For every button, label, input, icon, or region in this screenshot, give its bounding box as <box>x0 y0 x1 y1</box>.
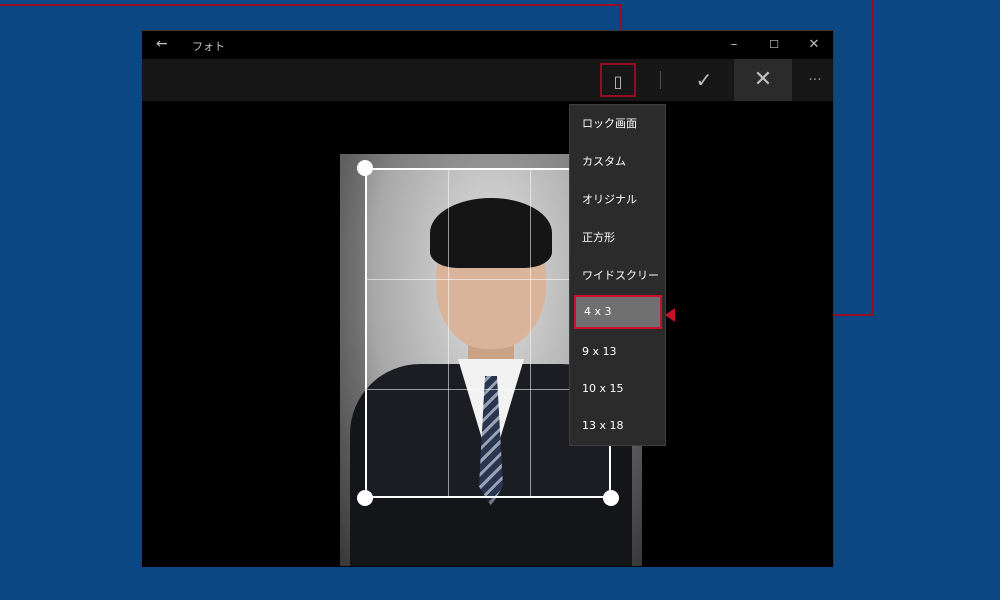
menu-item-custom[interactable]: カスタム <box>574 145 662 179</box>
menu-item-10x15[interactable]: 10 x 15 <box>574 372 662 406</box>
cancel-crop-button[interactable]: ✕ <box>734 59 792 101</box>
photos-window: ← フォト – ☐ ✕ ▯ ✓ ✕ ··· <box>141 30 834 567</box>
annotation-line-top <box>0 4 622 6</box>
toolbar-divider <box>660 71 661 89</box>
more-options-button[interactable]: ··· <box>797 59 833 101</box>
crop-handle-bottom-left[interactable] <box>357 490 373 506</box>
crop-grid-line <box>448 170 449 496</box>
aspect-ratio-icon: ▯ <box>613 72 623 91</box>
menu-item-square[interactable]: 正方形 <box>574 221 662 255</box>
menu-item-widescreen[interactable]: ワイドスクリーン <box>574 259 662 316</box>
ellipsis-icon: ··· <box>808 72 822 88</box>
menu-item-original[interactable]: オリジナル <box>574 183 662 217</box>
title-bar: ← フォト – ☐ ✕ <box>142 31 833 59</box>
menu-item-13x18[interactable]: 13 x 18 <box>574 409 662 443</box>
back-arrow-icon[interactable]: ← <box>156 36 168 52</box>
checkmark-icon: ✓ <box>695 68 713 92</box>
app-title: フォト <box>192 40 225 53</box>
close-window-button[interactable]: ✕ <box>794 35 834 55</box>
close-icon: ✕ <box>753 67 773 92</box>
menu-item-4x3[interactable]: 4 x 3 <box>574 295 662 329</box>
minimize-button[interactable]: – <box>714 35 754 55</box>
menu-item-9x13[interactable]: 9 x 13 <box>574 335 662 369</box>
crop-grid-line <box>530 170 531 496</box>
annotation-line-right <box>872 0 874 316</box>
menu-item-lock-screen[interactable]: ロック画面 <box>574 107 662 141</box>
crop-toolbar: ▯ ✓ ✕ ··· <box>142 59 833 101</box>
crop-handle-top-left[interactable] <box>357 160 373 176</box>
maximize-button[interactable]: ☐ <box>754 35 794 55</box>
aspect-ratio-button[interactable]: ▯ <box>600 63 636 97</box>
annotation-arrow-head-left <box>665 308 675 322</box>
apply-crop-button[interactable]: ✓ <box>684 59 724 101</box>
aspect-ratio-menu: ロック画面 カスタム オリジナル 正方形 ワイドスクリーン 4 x 3 9 x … <box>569 104 666 446</box>
crop-handle-bottom-right[interactable] <box>603 490 619 506</box>
crop-canvas <box>142 101 833 567</box>
